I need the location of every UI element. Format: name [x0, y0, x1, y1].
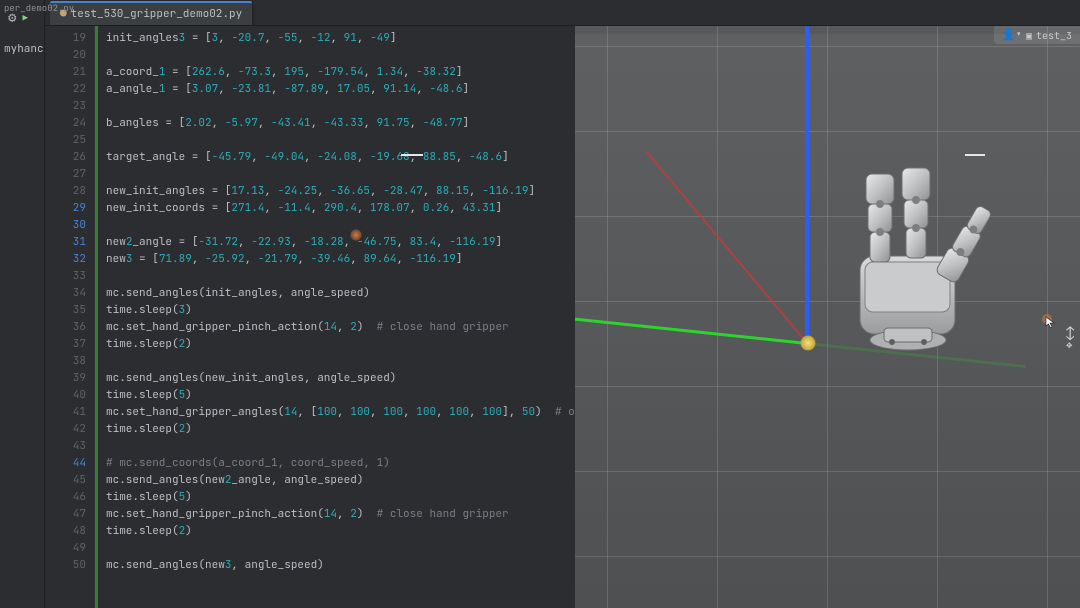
project-tree-item[interactable]: myhanc	[4, 42, 44, 56]
axis-z-blue	[805, 26, 809, 344]
editor-tabs: ● test_530_gripper_demo02.py	[45, 0, 1080, 26]
robot-hand-model	[810, 146, 1010, 376]
code-editor[interactable]: init_angles3 = [3, -20.7, -55, -12, 91, …	[95, 26, 575, 608]
tab-label: test_530_gripper_demo02.py	[71, 7, 243, 21]
3d-viewport[interactable]: 👤▾ ▣ test_3	[575, 26, 1080, 608]
breadcrumb[interactable]: per_demo02.py	[4, 2, 74, 14]
project-sidebar: ⚙ ▶ myhanc	[0, 0, 45, 608]
line-number-gutter: 1920212223242526272829303132333435363738…	[45, 26, 95, 608]
tab-active-file[interactable]: ● test_530_gripper_demo02.py	[50, 1, 252, 25]
nav-gizmo-icon[interactable]: ↕ ✥	[1066, 328, 1074, 350]
